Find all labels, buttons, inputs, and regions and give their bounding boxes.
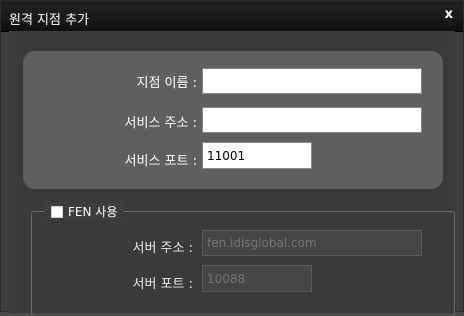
dialog-title: 원격 지점 추가 [9,13,90,28]
server-port-input [202,265,312,292]
title-bar[interactable]: 원격 지점 추가 x [1,1,463,32]
site-name-input[interactable] [202,68,422,94]
service-address-label: 서비스 주소 : [124,116,197,131]
close-button[interactable]: x [445,7,453,22]
server-address-label: 서버 주소 : [132,241,194,256]
service-port-input[interactable] [202,142,312,169]
server-port-label: 서버 포트 : [132,277,194,292]
fen-groupbox [31,211,455,316]
add-remote-site-dialog: 원격 지점 추가 x 지점 이름 : 서비스 주소 : 서비스 포트 : FEN… [0,0,464,316]
site-name-label: 지점 이름 : [136,76,198,91]
service-port-label: 서비스 포트 : [124,154,197,169]
fen-legend: FEN 사용 [45,203,124,220]
server-address-input [202,230,422,256]
fen-checkbox-label[interactable]: FEN 사용 [68,203,117,220]
service-address-input[interactable] [202,107,422,133]
fen-checkbox[interactable] [51,205,63,218]
